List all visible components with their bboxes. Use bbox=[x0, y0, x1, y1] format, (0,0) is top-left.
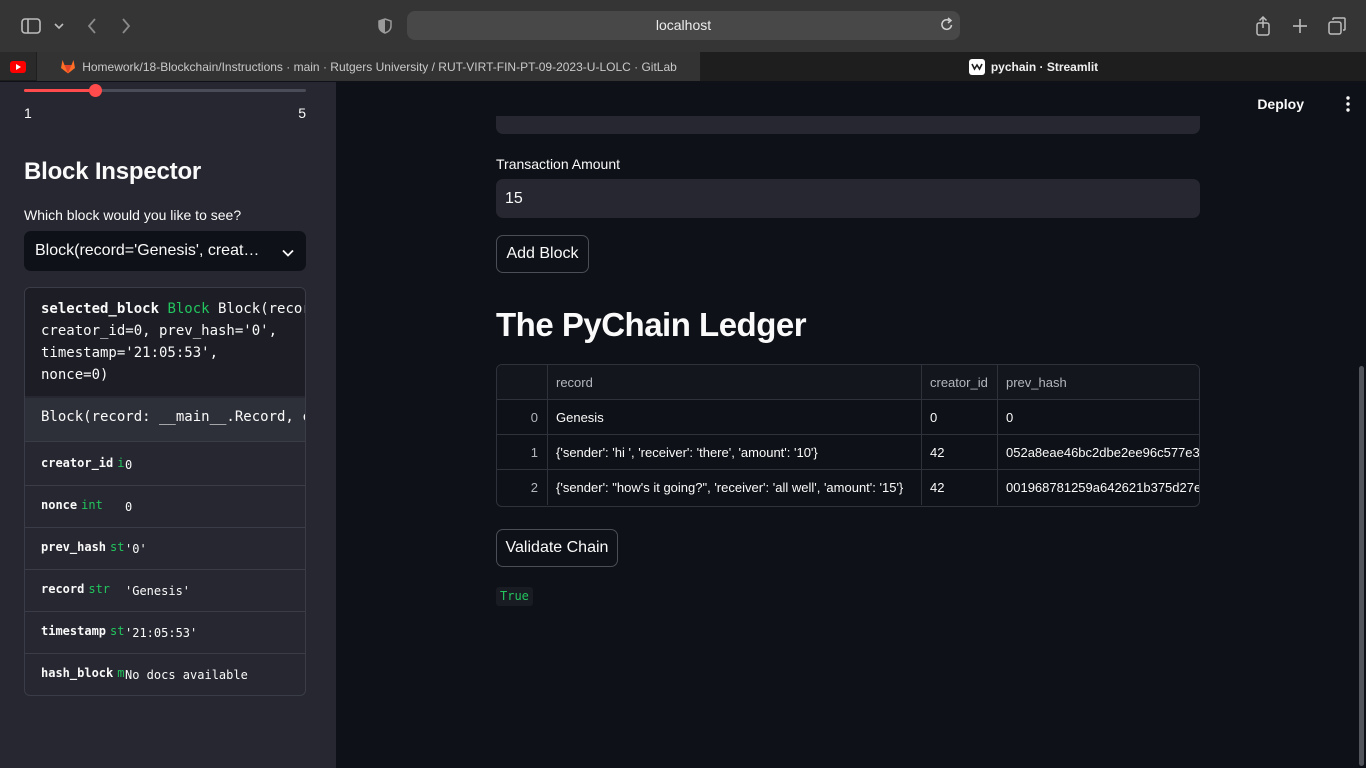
var-name: selected_block bbox=[41, 301, 160, 317]
attr-type: int bbox=[117, 456, 125, 470]
add-block-button[interactable]: Add Block bbox=[496, 235, 589, 273]
attribute-row: creator_idint 0 bbox=[25, 444, 305, 486]
attribute-name: creator_idint bbox=[41, 444, 125, 486]
attribute-value: No docs available bbox=[125, 668, 248, 682]
column-header-creator-id[interactable]: creator_id bbox=[922, 365, 998, 400]
slider-fill bbox=[24, 89, 95, 92]
attribute-value: '0' bbox=[125, 542, 147, 556]
gitlab-icon bbox=[60, 59, 76, 74]
chevron-down-icon[interactable] bbox=[46, 13, 72, 39]
amount-label: Transaction Amount bbox=[496, 156, 620, 172]
attribute-row: prev_hashstr '0' bbox=[25, 528, 305, 570]
attribute-value: 'Genesis' bbox=[125, 584, 191, 598]
streamlit-icon bbox=[968, 58, 985, 75]
block-inspector-panel: selected_block Block Block(record='Genes… bbox=[24, 287, 306, 696]
attr-type: method bbox=[117, 666, 125, 680]
cell-prev-hash[interactable]: 0 bbox=[998, 400, 1199, 435]
slider-max-label: 5 bbox=[298, 105, 306, 121]
select-label: Which block would you like to see? bbox=[24, 207, 242, 223]
attribute-row: nonce int 0 bbox=[25, 486, 305, 528]
inspector-header: selected_block Block Block(record='Genes… bbox=[25, 288, 306, 396]
attr-type: str bbox=[110, 624, 125, 638]
tab-overview-icon[interactable] bbox=[1324, 13, 1350, 39]
attribute-name: prev_hashstr bbox=[41, 528, 125, 570]
address-bar[interactable]: localhost bbox=[407, 11, 960, 40]
deploy-button[interactable]: Deploy bbox=[1257, 96, 1304, 112]
url-text: localhost bbox=[655, 17, 712, 33]
cell-record[interactable]: {'sender': "how's it going?", 'receiver'… bbox=[548, 470, 922, 505]
scrollbar[interactable] bbox=[1359, 366, 1364, 766]
main-content: Deploy Transaction Amount 15 Add Block T… bbox=[336, 82, 1366, 768]
tab-gitlab[interactable]: Homework/18-Blockchain/Instructions · ma… bbox=[36, 52, 701, 81]
cell-creator-id[interactable]: 0 bbox=[922, 400, 998, 435]
column-header-prev-hash[interactable]: prev_hash bbox=[998, 365, 1199, 400]
sidebar-toggle-icon[interactable] bbox=[18, 13, 44, 39]
attribute-row: hash_blockmethod No docs available bbox=[25, 654, 305, 695]
attr-name-text: hash_block bbox=[41, 666, 114, 680]
forward-icon[interactable] bbox=[113, 13, 139, 39]
ledger-table[interactable]: record creator_id prev_hash 0 Genesis 0 … bbox=[496, 364, 1200, 507]
attribute-row: record str 'Genesis' bbox=[25, 570, 305, 612]
slider-thumb[interactable] bbox=[88, 84, 102, 97]
browser-toolbar: localhost bbox=[0, 0, 1366, 52]
block-slider[interactable] bbox=[24, 84, 306, 97]
tab-bar: Homework/18-Blockchain/Instructions · ma… bbox=[0, 52, 1366, 81]
row-index: 2 bbox=[497, 470, 548, 505]
tab-pychain[interactable]: pychain · Streamlit bbox=[701, 52, 1366, 81]
slider-min-label: 1 bbox=[24, 105, 32, 121]
attribute-name: nonce int bbox=[41, 486, 125, 528]
attr-type: int bbox=[81, 498, 103, 512]
validate-chain-button[interactable]: Validate Chain bbox=[496, 529, 618, 567]
attr-name-text: timestamp bbox=[41, 624, 107, 638]
cell-creator-id[interactable]: 42 bbox=[922, 470, 998, 505]
previous-input-field[interactable] bbox=[496, 116, 1200, 134]
attribute-name: hash_blockmethod bbox=[41, 654, 125, 695]
row-index: 0 bbox=[497, 400, 548, 435]
block-select[interactable]: Block(record='Genesis', creator_id=0, pr… bbox=[24, 231, 306, 271]
reload-icon[interactable] bbox=[940, 16, 954, 37]
sidebar: 1 5 Block Inspector Which block would yo… bbox=[0, 82, 336, 768]
cell-prev-hash[interactable]: 001968781259a642621b375d27e4 bbox=[998, 470, 1199, 505]
cell-record[interactable]: {'sender': 'hi ', 'receiver': 'there', '… bbox=[548, 435, 922, 470]
privacy-shield-icon[interactable] bbox=[372, 13, 398, 39]
cell-creator-id[interactable]: 42 bbox=[922, 435, 998, 470]
repr-line: creator_id=0, prev_hash='0', bbox=[41, 323, 278, 339]
youtube-icon bbox=[10, 60, 26, 73]
attr-name-text: creator_id bbox=[41, 456, 114, 470]
select-value: Block(record='Genesis', creator_id=0, pr… bbox=[35, 242, 267, 259]
attribute-row: timestampstr '21:05:53' bbox=[25, 612, 305, 654]
attribute-value: 0 bbox=[125, 458, 133, 472]
ledger-title: The PyChain Ledger bbox=[496, 306, 807, 343]
attribute-name: timestampstr bbox=[41, 612, 125, 654]
back-icon[interactable] bbox=[79, 13, 105, 39]
column-header-index bbox=[497, 365, 548, 400]
new-tab-icon[interactable] bbox=[1287, 13, 1313, 39]
repr-line: nonce=0) bbox=[41, 367, 109, 383]
row-index: 1 bbox=[497, 435, 548, 470]
attr-name-text: record bbox=[41, 582, 85, 596]
attribute-value: '21:05:53' bbox=[125, 626, 198, 640]
tab-label: Homework/18-Blockchain/Instructions · ma… bbox=[82, 59, 677, 74]
more-menu-icon[interactable] bbox=[1346, 96, 1350, 117]
repr-line: Block(record='Genesis', bbox=[218, 301, 306, 317]
var-type: Block bbox=[167, 301, 210, 317]
attribute-value: 0 bbox=[125, 500, 133, 514]
validation-result: True bbox=[496, 587, 533, 606]
chevron-down-icon bbox=[282, 244, 294, 262]
attr-name-text: prev_hash bbox=[41, 540, 107, 554]
sidebar-title: Block Inspector bbox=[24, 158, 202, 185]
attr-name-text: nonce bbox=[41, 498, 78, 512]
share-icon[interactable] bbox=[1250, 13, 1276, 39]
repr-line: timestamp='21:05:53', bbox=[41, 345, 219, 361]
attribute-name: record str bbox=[41, 570, 125, 612]
cell-prev-hash[interactable]: 052a8eae46bc2dbe2ee96c577e30 bbox=[998, 435, 1199, 470]
pinned-tab-youtube[interactable] bbox=[0, 52, 36, 81]
tab-label: pychain · Streamlit bbox=[990, 59, 1099, 74]
attr-type: str bbox=[110, 540, 125, 554]
attr-type: str bbox=[88, 582, 111, 596]
column-header-record[interactable]: record bbox=[548, 365, 922, 400]
cell-record[interactable]: Genesis bbox=[548, 400, 922, 435]
amount-input[interactable]: 15 bbox=[496, 179, 1200, 218]
inspector-signature: Block(record: __main__.Record, creator_i… bbox=[25, 398, 305, 442]
